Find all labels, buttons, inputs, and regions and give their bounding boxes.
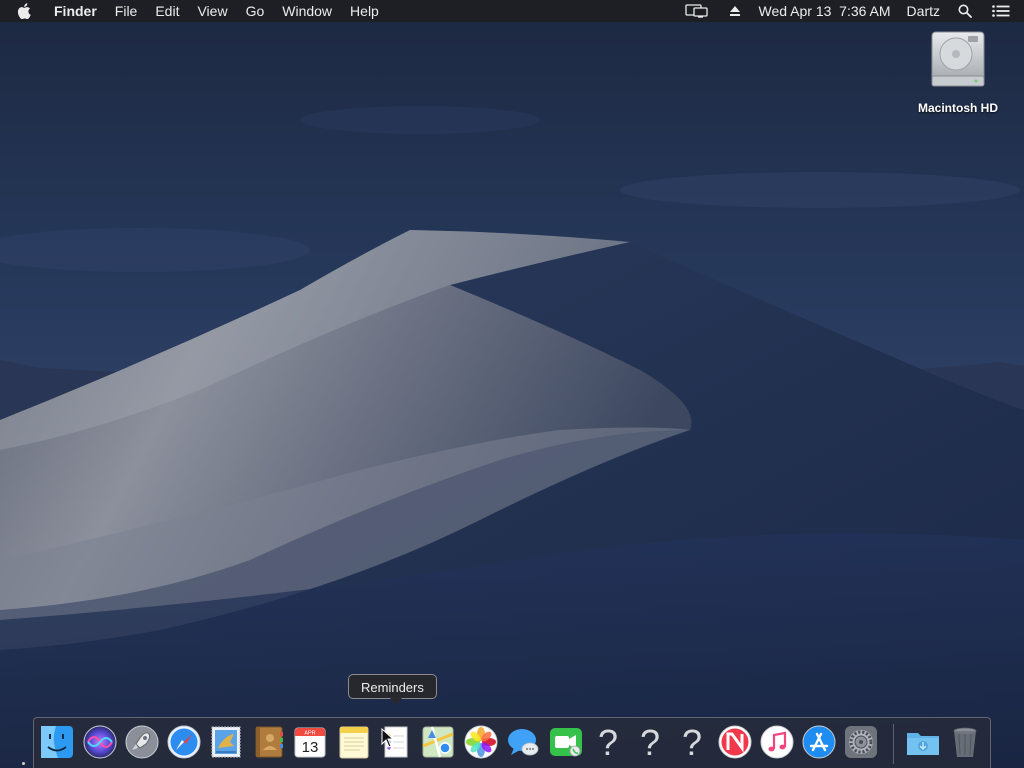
dock-item-siri[interactable] — [82, 724, 118, 760]
dock-item-facetime[interactable] — [548, 724, 584, 760]
dock-item-unknown-3[interactable]: ? — [674, 724, 710, 760]
dock-item-photos[interactable] — [463, 724, 499, 760]
apple-menu-button[interactable] — [14, 0, 34, 22]
menu-edit[interactable]: Edit — [146, 0, 188, 22]
calendar-day: 13 — [302, 739, 319, 756]
eject-icon[interactable] — [719, 0, 751, 22]
finder-icon — [41, 726, 73, 758]
unknown-app-glyph: ? — [598, 724, 618, 760]
app-store-icon — [802, 725, 836, 759]
dock-item-downloads[interactable] — [905, 724, 941, 760]
safari-compass-icon — [167, 725, 201, 759]
dock-item-finder[interactable] — [39, 724, 75, 760]
dock-item-itunes[interactable] — [759, 724, 795, 760]
calendar-icon: APR 13 — [294, 727, 326, 758]
dock-item-mail[interactable] — [208, 724, 244, 760]
notes-icon — [339, 726, 369, 759]
trash-icon — [953, 727, 977, 757]
dock-tooltip: Reminders — [348, 674, 437, 699]
menu-go[interactable]: Go — [237, 0, 274, 22]
dock-item-launchpad[interactable] — [124, 724, 160, 760]
finder-running-indicator — [22, 762, 25, 765]
unknown-app-glyph: ? — [682, 724, 702, 760]
app-menu-finder[interactable]: Finder — [52, 0, 106, 22]
unknown-app-glyph: ? — [640, 724, 660, 760]
menu-help[interactable]: Help — [341, 0, 388, 22]
question-mark-icon: ? — [598, 724, 618, 760]
dock: APR 13 ? ? ? — [33, 717, 991, 768]
dock-item-news[interactable] — [717, 724, 753, 760]
mouse-cursor-icon — [381, 728, 395, 748]
menu-file[interactable]: File — [106, 0, 147, 22]
siri-icon — [83, 725, 117, 759]
dock-item-messages[interactable] — [505, 724, 541, 760]
launchpad-rocket-icon — [125, 725, 159, 759]
question-mark-icon: ? — [682, 724, 702, 760]
contacts-book-icon — [255, 726, 283, 758]
dock-item-app-store[interactable] — [801, 724, 837, 760]
downloads-folder-icon — [907, 733, 939, 755]
messages-bubble-icon — [508, 729, 539, 756]
dock-separator — [893, 724, 894, 764]
clock-datetime[interactable]: Wed Apr 13 7:36 AM — [751, 0, 899, 22]
desktop-icon-macintosh-hd[interactable]: Macintosh HD — [908, 28, 1008, 115]
dock-item-notes[interactable] — [336, 724, 372, 760]
desktop[interactable]: Finder File Edit View Go Window Help Wed… — [0, 0, 1024, 768]
system-preferences-gear-icon — [845, 726, 877, 758]
desktop-icon-label: Macintosh HD — [917, 101, 998, 115]
dock-item-contacts[interactable] — [250, 724, 286, 760]
apple-logo-icon — [17, 3, 31, 19]
dock-item-calendar[interactable]: APR 13 — [292, 724, 328, 760]
dock-item-safari[interactable] — [166, 724, 202, 760]
dock-item-trash[interactable] — [947, 724, 983, 760]
menu-view[interactable]: View — [188, 0, 236, 22]
itunes-music-note-icon — [760, 725, 794, 759]
hard-drive-icon — [931, 31, 985, 87]
dock-item-unknown-1[interactable]: ? — [590, 724, 626, 760]
notification-center-icon[interactable] — [982, 0, 1014, 22]
calendar-month: APR — [304, 731, 315, 737]
news-icon — [718, 725, 752, 759]
maps-icon — [422, 726, 454, 758]
menu-bar-status: Wed Apr 13 7:36 AM Dartz — [675, 0, 1015, 22]
facetime-camera-icon — [550, 728, 582, 757]
dock-item-system-preferences[interactable] — [843, 724, 879, 760]
wallpaper — [0, 0, 1024, 768]
dock-item-maps[interactable] — [420, 724, 456, 760]
photos-flower-icon — [464, 725, 498, 759]
user-account-menu[interactable]: Dartz — [899, 0, 948, 22]
question-mark-icon: ? — [640, 724, 660, 760]
mail-stamp-icon — [211, 726, 241, 758]
menu-window[interactable]: Window — [273, 0, 341, 22]
dock-item-unknown-2[interactable]: ? — [632, 724, 668, 760]
spotlight-search-icon[interactable] — [948, 0, 982, 22]
menu-bar-left: Finder File Edit View Go Window Help — [14, 0, 388, 22]
menu-bar: Finder File Edit View Go Window Help Wed… — [0, 0, 1024, 22]
dock-tooltip-arrow — [390, 698, 402, 705]
airplay-display-icon[interactable] — [675, 0, 719, 22]
